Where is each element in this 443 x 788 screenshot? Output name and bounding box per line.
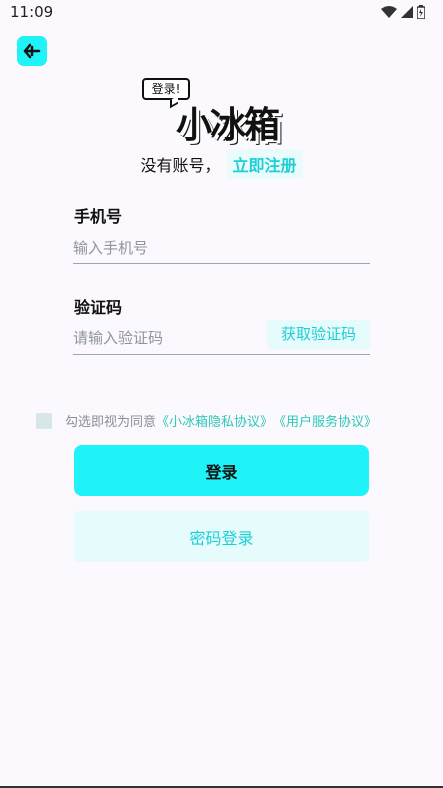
login-button[interactable]: 登录	[74, 445, 369, 496]
signup-prompt: 没有账号，	[140, 156, 221, 175]
app-logo: 登录! 小冰箱	[140, 76, 304, 146]
back-button[interactable]	[17, 36, 47, 66]
code-label: 验证码	[74, 298, 123, 317]
phone-label: 手机号	[74, 207, 123, 226]
code-underline	[73, 354, 370, 355]
status-time: 11:09	[10, 3, 54, 21]
signal-icon	[401, 6, 413, 18]
logo-brand-text: 小冰箱	[176, 105, 280, 146]
status-icons	[381, 5, 425, 19]
agreement-row: 勾选即视为同意 《小冰箱隐私协议》 《用户服务协议》	[36, 411, 377, 430]
wifi-icon	[381, 5, 397, 18]
battery-icon	[417, 5, 425, 19]
code-input[interactable]	[73, 322, 263, 354]
privacy-policy-link[interactable]: 《小冰箱隐私协议》	[156, 411, 273, 430]
get-code-button[interactable]: 获取验证码	[267, 320, 370, 349]
password-login-button[interactable]: 密码登录	[74, 511, 369, 562]
agreement-checkbox[interactable]	[36, 412, 52, 429]
phone-input[interactable]	[73, 232, 370, 264]
signup-row: 没有账号， 立即注册	[0, 149, 443, 179]
status-bar: 11:09	[0, 0, 443, 26]
service-agreement-link[interactable]: 《用户服务协议》	[273, 411, 377, 430]
agreement-prefix: 勾选即视为同意	[65, 415, 157, 430]
signup-link[interactable]: 立即注册	[226, 149, 303, 179]
back-arrow-icon	[23, 43, 41, 59]
